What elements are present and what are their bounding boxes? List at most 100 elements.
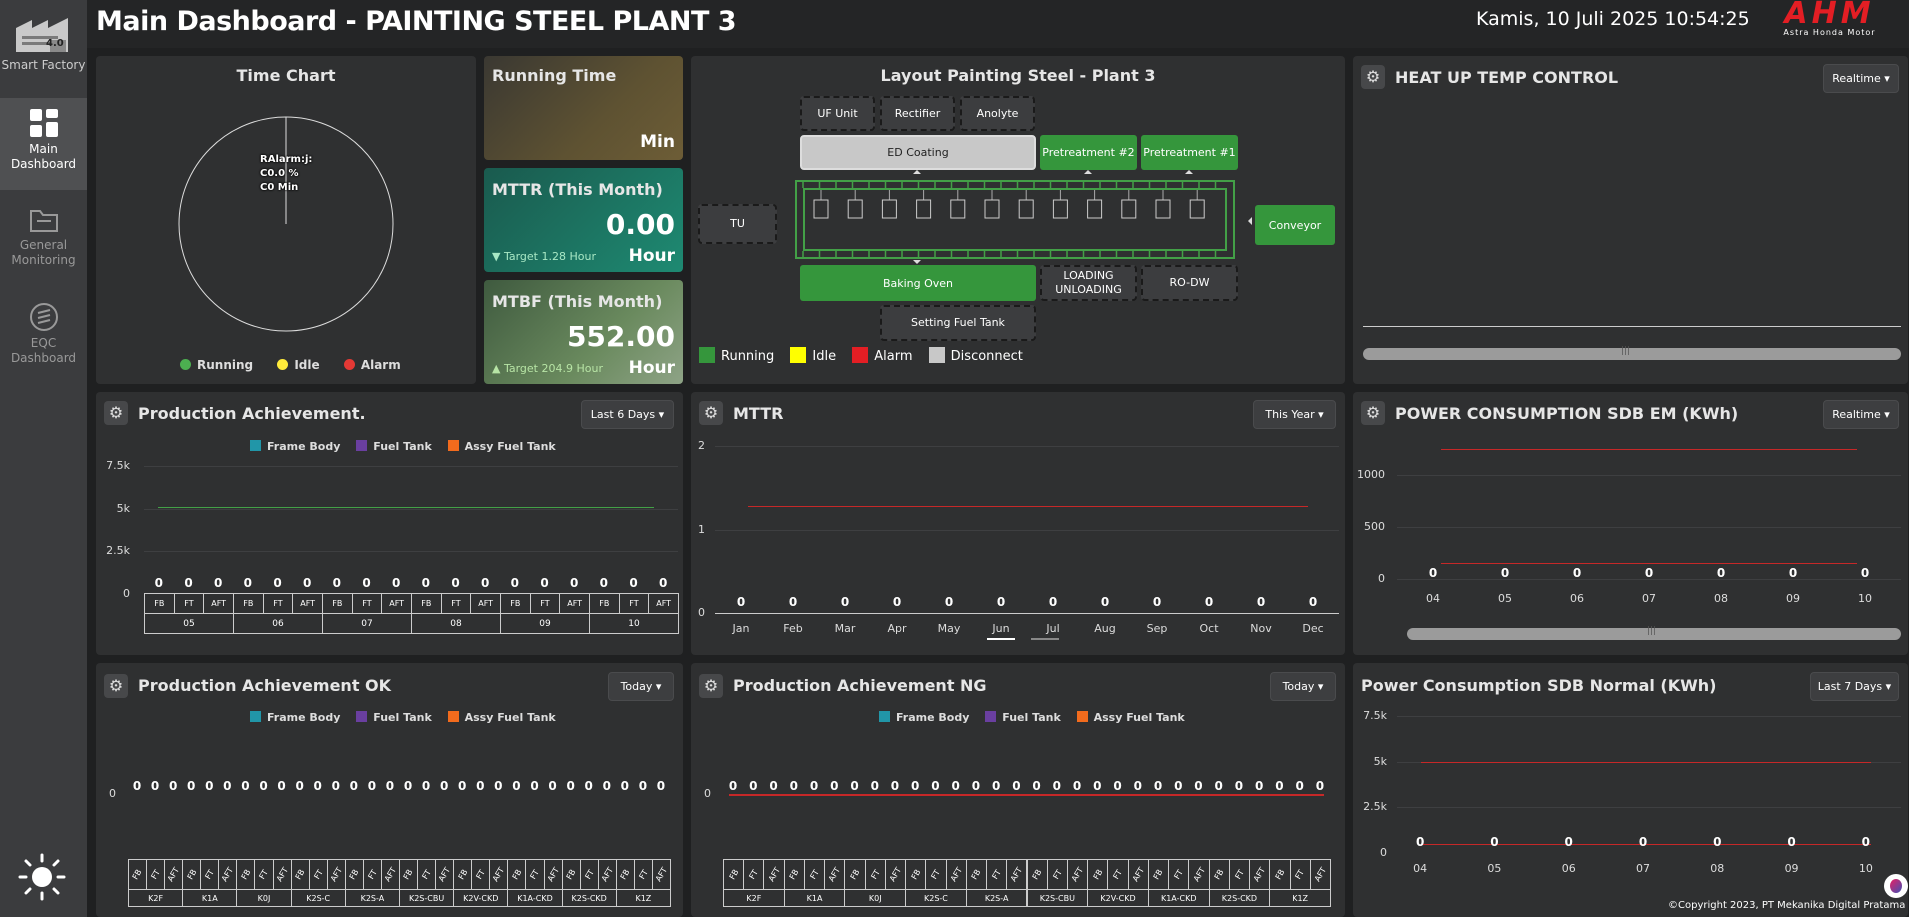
loading-unloading-box[interactable]: LOADING UNLOADING — [1040, 265, 1137, 301]
x-sub-label-text: FB — [787, 867, 801, 882]
x-group-label: K2V-CKD — [1087, 889, 1149, 907]
pretreatment-1-box[interactable]: Pretreatment #1 — [1141, 135, 1238, 170]
heat-up-filter-dropdown[interactable]: Realtime ▾ — [1823, 64, 1899, 93]
x-sub-label-text: FB — [402, 867, 415, 882]
legend-label: Idle — [294, 358, 320, 372]
uf-unit-box[interactable]: UF Unit — [800, 96, 875, 131]
folder-icon — [29, 210, 58, 232]
setting-fuel-tank-box[interactable]: Setting Fuel Tank — [880, 305, 1036, 341]
tu-box[interactable]: TU — [698, 204, 777, 244]
heat-up-scrollbar[interactable]: ||| — [1363, 346, 1901, 360]
x-tick-label: 05 — [1498, 592, 1512, 605]
legend-item[interactable]: Idle — [277, 358, 320, 372]
x-tick-label: Dec — [1302, 622, 1324, 635]
rectifier-box[interactable]: Rectifier — [880, 96, 955, 131]
card-value: 552.00 — [566, 320, 675, 353]
conveyor-box[interactable]: Conveyor — [1255, 205, 1335, 245]
target-line — [748, 506, 1308, 508]
x-sub-label-text: FB — [131, 867, 144, 882]
bar-value-label: 0 — [295, 779, 304, 793]
ed-coating-box[interactable]: ED Coating — [800, 135, 1036, 170]
pretreatment-2-box[interactable]: Pretreatment #2 — [1040, 135, 1137, 170]
bar-value-label: 0 — [1152, 595, 1162, 609]
prod-ok-chart: 0 0 FB 0 FT 0 AFT K2F 0 FB 0 FT 0 AFT K1A 0 FB 0 FT 0 AFT K0J… — [96, 663, 683, 917]
bar-value-label: 0 — [1308, 595, 1318, 609]
x-sub-label: FB — [344, 859, 364, 890]
x-sub-label: AFT — [470, 593, 501, 614]
panel-title: HEAT UP TEMP CONTROL — [1395, 68, 1619, 87]
x-group-label: K1A — [783, 889, 846, 907]
production-ng-panel: ⚙ Production Achievement NG Today ▾ Fram… — [691, 663, 1345, 917]
bar-value-label: 0 — [1032, 779, 1041, 793]
x-sub-label-text: AFT — [766, 865, 782, 884]
grid-line — [1397, 475, 1901, 477]
bar-value-label: 0 — [476, 779, 485, 793]
bar-value-label: 0 — [1564, 835, 1573, 849]
arrow-icon — [1185, 170, 1193, 174]
sun-icon[interactable] — [17, 852, 67, 902]
bar-value-label: 0 — [480, 576, 490, 590]
card-value: 0.00 — [605, 208, 675, 241]
bar-value-label: 0 — [1113, 779, 1122, 793]
bar-value-label: 0 — [911, 779, 920, 793]
power-normal-chart: 7.5k 5k 2.5k 0 0 04 0 05 0 06 0 07 0 08 0 09 0 10 — [1353, 663, 1908, 917]
x-sub-label: FB — [1147, 859, 1170, 890]
layout-panel: Layout Painting Steel - Plant 3 UF Unit … — [691, 56, 1345, 384]
smart-factory-logo[interactable]: 4.0 Smart Factory — [0, 0, 87, 96]
x-sub-label: AFT — [381, 593, 412, 614]
sidebar-item-label: Main — [29, 142, 58, 156]
x-sub-label-text: AFT — [437, 865, 453, 884]
y-tick-label: 5k — [116, 501, 130, 515]
bar-value-label: 0 — [830, 779, 839, 793]
x-sub-label-text: AFT — [1191, 865, 1207, 884]
bar-value-label: 0 — [1788, 566, 1798, 580]
bar-value-label: 0 — [1490, 835, 1499, 849]
gear-icon[interactable]: ⚙ — [1361, 65, 1385, 89]
chat-widget-icon[interactable] — [1884, 874, 1908, 898]
x-sub-label: FT — [803, 859, 826, 890]
power-em-scrollbar[interactable]: ||| — [1407, 626, 1901, 640]
legend-item[interactable]: Alarm — [343, 358, 401, 372]
x-sub-label-text: FT — [420, 868, 433, 881]
baking-oven-box[interactable]: Baking Oven — [800, 265, 1036, 301]
x-tick-label: 06 — [1570, 592, 1584, 605]
x-sub-label-text: FT — [1111, 868, 1125, 881]
bar-value-label: 0 — [890, 779, 900, 793]
x-sub-label: FB — [1026, 859, 1048, 890]
x-sub-label: FB — [615, 859, 635, 890]
legend-item[interactable]: Running — [180, 358, 253, 372]
bar-value-label: 0 — [1194, 779, 1203, 793]
card-title: MTTR (This Month) — [492, 180, 663, 199]
bar-value-label: 0 — [1500, 566, 1510, 580]
bar-value-label: 0 — [1174, 779, 1183, 793]
x-sub-label-text: FT — [311, 868, 325, 881]
x-sub-label: AFT — [272, 859, 292, 890]
y-tick-label: 1000 — [1357, 468, 1385, 482]
anolyte-box[interactable]: Anolyte — [960, 96, 1035, 131]
bar-value-label: 0 — [273, 576, 282, 590]
dropdown-label: Realtime — [1832, 72, 1881, 85]
bar-value-label: 0 — [451, 576, 460, 590]
legend-marker — [343, 359, 355, 370]
legend-label: Disconnect — [950, 349, 1023, 364]
brand-text: AHM — [1784, 0, 1875, 31]
x-sub-label: AFT — [1127, 859, 1149, 890]
x-tick-label: 05 — [1487, 862, 1502, 875]
bar-value-label: 0 — [243, 576, 252, 590]
bar-value-label: 0 — [223, 779, 232, 793]
x-axis-line — [715, 613, 1339, 614]
x-sub-label: FT — [1046, 859, 1068, 890]
x-sub-label: FT — [529, 593, 561, 614]
legend-label: Running — [721, 349, 775, 364]
x-sub-label-text: FB — [564, 867, 578, 882]
datetime: Kamis, 10 Juli 2025 10:54:25 — [1476, 8, 1750, 30]
sidebar-item-eqc-dashboard[interactable]: EQC Dashboard — [0, 294, 87, 378]
x-sub-label-text: FT — [1172, 868, 1185, 881]
conveyor-hanger — [984, 199, 1000, 219]
ro-dw-box[interactable]: RO-DW — [1141, 265, 1238, 301]
bar-value-label: 0 — [870, 779, 879, 793]
x-sub-label: FT — [1289, 859, 1311, 890]
sidebar-item-main-dashboard[interactable]: Main Dashboard — [0, 98, 87, 190]
sidebar-item-general-monitoring[interactable]: General Monitoring — [0, 198, 87, 282]
x-group-label: K2F — [723, 889, 785, 907]
